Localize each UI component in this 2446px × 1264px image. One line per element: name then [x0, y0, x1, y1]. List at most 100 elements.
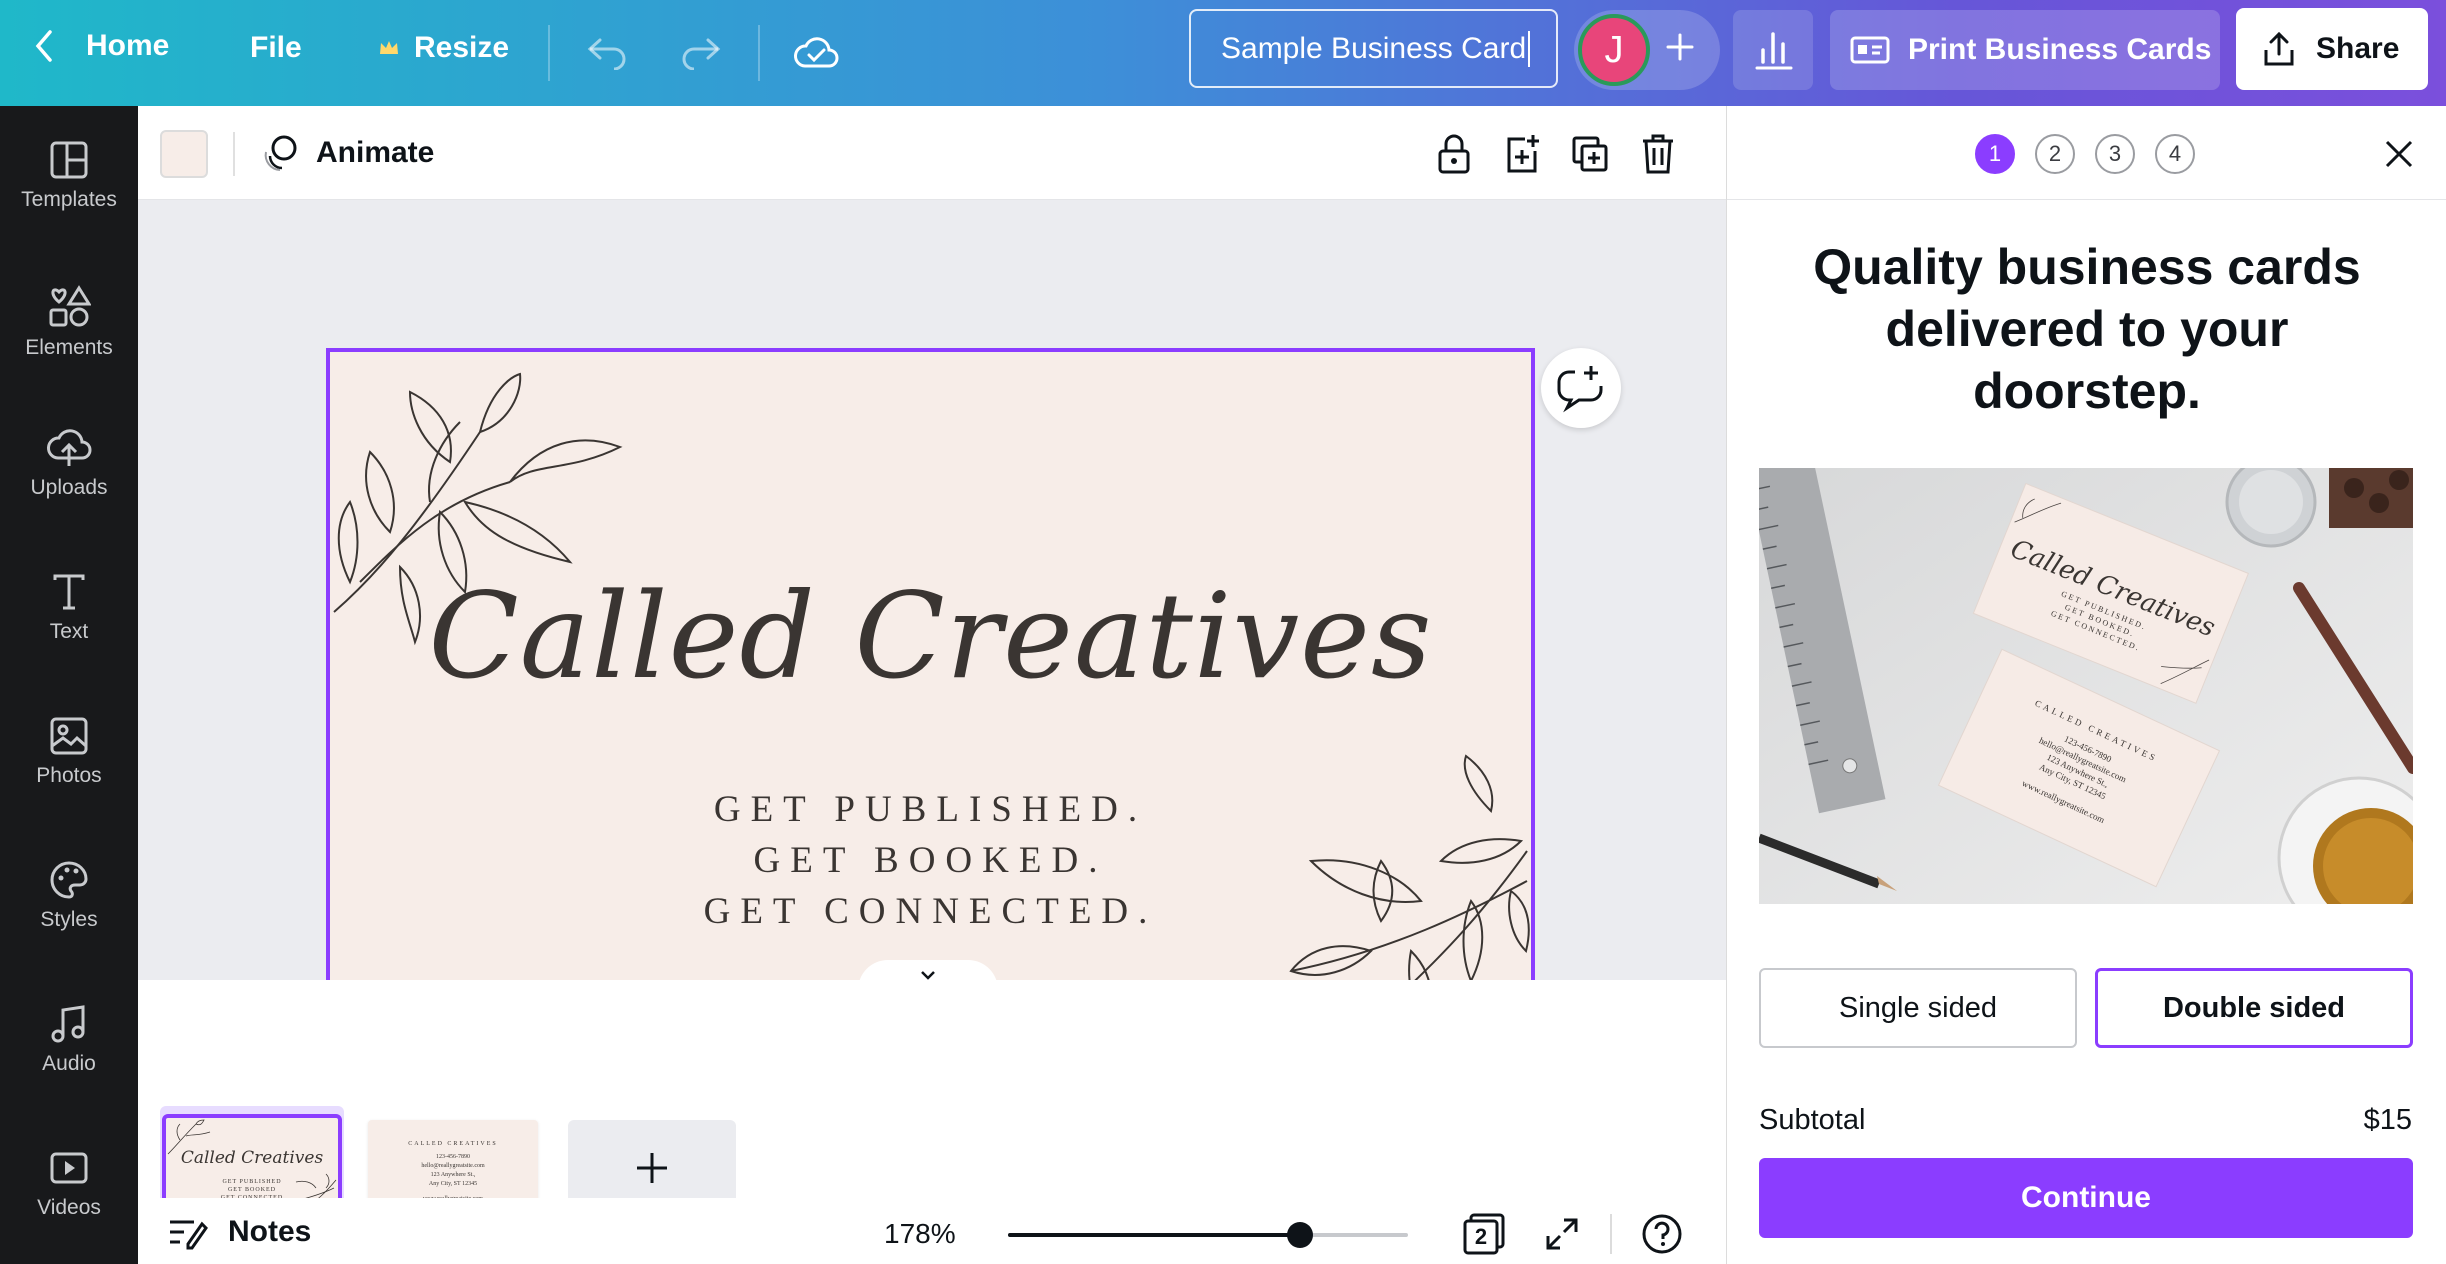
plus-icon — [1666, 33, 1694, 61]
print-label: Print Business Cards — [1908, 33, 2212, 66]
business-card-page[interactable]: Called Creatives GET PUBLISHED. GET BOOK… — [326, 348, 1535, 1045]
sidebar-item-label: Elements — [25, 336, 113, 359]
delete-page-button[interactable] — [1634, 130, 1682, 178]
thumb2-line: 123-456-7890 — [436, 1154, 470, 1160]
sidebar-item-uploads[interactable]: Uploads — [0, 428, 138, 548]
editor-toolbar: Animate — [138, 106, 1726, 200]
panel-header: 1 2 3 4 — [1727, 106, 2446, 200]
sidebar-item-photos[interactable]: Photos — [0, 716, 138, 836]
duplicate-icon — [1572, 136, 1608, 172]
sidebar-item-label: Videos — [37, 1196, 101, 1219]
print-panel: 1 2 3 4 Quality business cards delivered… — [1726, 106, 2446, 1264]
zoom-slider-handle[interactable] — [1287, 1222, 1313, 1248]
card-tagline-line: GET BOOKED. — [753, 840, 1108, 881]
step-3[interactable]: 3 — [2095, 134, 2135, 174]
subtotal-value: $15 — [2363, 1104, 2412, 1136]
thumb2-text: CALLED CREATIVES 123-456-7890 hello@real… — [368, 1140, 538, 1204]
resize-button[interactable]: Resize — [378, 31, 509, 65]
templates-icon — [50, 141, 88, 179]
toolbar-divider — [233, 132, 235, 176]
notes-label: Notes — [228, 1215, 312, 1248]
sidebar-item-videos[interactable]: Videos — [0, 1148, 138, 1264]
sidebar-item-label: Text — [49, 620, 89, 643]
collaborators: J — [1574, 10, 1720, 90]
bar-chart-icon — [1755, 32, 1793, 70]
zoom-value[interactable]: 178% — [884, 1218, 956, 1250]
elements-icon — [49, 285, 91, 327]
sidebar-item-templates[interactable]: Templates — [0, 140, 138, 260]
expand-icon — [1546, 1218, 1578, 1250]
home-button[interactable]: Home — [30, 28, 169, 64]
sidebar-item-label: Styles — [40, 908, 98, 931]
home-label: Home — [86, 29, 170, 62]
thumb2-line: 123 Anywhere St., — [430, 1172, 476, 1178]
step-4[interactable]: 4 — [2155, 134, 2195, 174]
sidebar-item-label: Templates — [21, 188, 117, 211]
step-1[interactable]: 1 — [1975, 134, 2015, 174]
notes-icon — [170, 1220, 208, 1250]
crown-icon — [380, 41, 398, 54]
sidebar-item-text[interactable]: Text — [0, 572, 138, 692]
background-color-swatch[interactable] — [160, 130, 208, 178]
zoom-slider[interactable] — [1008, 1222, 1408, 1248]
undo-button[interactable] — [580, 24, 636, 80]
page-count-button[interactable]: 2 — [1458, 1208, 1510, 1260]
canvas-area: Called Creatives GET PUBLISHED. GET BOOK… — [138, 200, 1726, 1045]
left-sidebar: Templates Elements Uploads Text Photos S… — [0, 106, 138, 1264]
editor-area: Animate Called Creatives GET PUBLISHED. … — [138, 106, 1726, 1264]
step-2[interactable]: 2 — [2035, 134, 2075, 174]
card-tagline[interactable]: GET PUBLISHED. GET BOOKED. GET CONNECTED… — [330, 784, 1531, 937]
sidebar-item-audio[interactable]: Audio — [0, 1004, 138, 1124]
design-title-input[interactable]: Sample Business Card — [1189, 9, 1558, 88]
fullscreen-button[interactable] — [1538, 1210, 1586, 1258]
trash-icon — [1643, 134, 1673, 174]
plus-icon — [637, 1153, 667, 1183]
thumb1-tagline-line: GET PUBLISHED — [222, 1179, 282, 1185]
add-comment-button[interactable] — [1541, 348, 1621, 428]
double-sided-option[interactable]: Double sided — [2095, 968, 2413, 1048]
card-script-title[interactable]: Called Creatives — [330, 567, 1531, 705]
text-icon — [53, 574, 85, 610]
notes-button[interactable]: Notes — [168, 1214, 311, 1250]
avatar[interactable]: J — [1578, 14, 1650, 86]
page-count: 2 — [1474, 1224, 1488, 1249]
share-label: Share — [2316, 32, 2400, 65]
duplicate-page-button[interactable] — [1566, 130, 1614, 178]
single-sided-option[interactable]: Single sided — [1759, 968, 2077, 1048]
lock-button[interactable] — [1430, 130, 1478, 178]
redo-button[interactable] — [672, 24, 728, 80]
insights-button[interactable] — [1733, 10, 1813, 90]
save-status-button[interactable] — [788, 24, 844, 80]
thumb1-script-title: Called Creatives — [180, 1148, 324, 1168]
top-bar: Home File Resize Sample Business Card J … — [0, 0, 2446, 106]
comment-plus-icon — [1557, 366, 1603, 413]
sidebar-item-styles[interactable]: Styles — [0, 860, 138, 980]
sidebar-item-label: Audio — [42, 1052, 96, 1075]
thumb2-line: CALLED CREATIVES — [408, 1141, 498, 1147]
help-button[interactable] — [1638, 1210, 1686, 1258]
add-page-button[interactable] — [1498, 130, 1546, 178]
bottom-bar: Notes 178% 2 — [138, 1198, 1726, 1264]
video-icon — [50, 1152, 88, 1184]
topbar-divider — [548, 25, 550, 81]
add-collaborator-button[interactable] — [1664, 26, 1696, 74]
photos-icon — [50, 717, 88, 755]
close-panel-button[interactable] — [2375, 130, 2423, 178]
close-icon — [2385, 140, 2413, 168]
continue-button[interactable]: Continue — [1759, 1158, 2413, 1238]
print-business-cards-button[interactable]: Print Business Cards — [1830, 10, 2220, 90]
undo-icon — [587, 38, 626, 70]
bottombar-divider — [1610, 1214, 1612, 1254]
share-button[interactable]: Share — [2236, 8, 2428, 90]
card-tagline-line: GET CONNECTED. — [703, 891, 1158, 932]
share-upload-icon — [2264, 31, 2294, 66]
cloud-check-icon — [794, 37, 839, 68]
animate-icon — [264, 135, 297, 171]
help-icon — [1642, 1214, 1682, 1254]
chevron-left-icon — [35, 30, 52, 62]
thumb2-line: Any City, ST 12345 — [428, 1181, 478, 1187]
file-menu[interactable]: File — [250, 31, 302, 65]
animate-button[interactable]: Animate — [260, 132, 434, 174]
sidebar-item-elements[interactable]: Elements — [0, 284, 138, 404]
thumb2-line: hello@reallygreatsite.com — [421, 1163, 485, 1169]
